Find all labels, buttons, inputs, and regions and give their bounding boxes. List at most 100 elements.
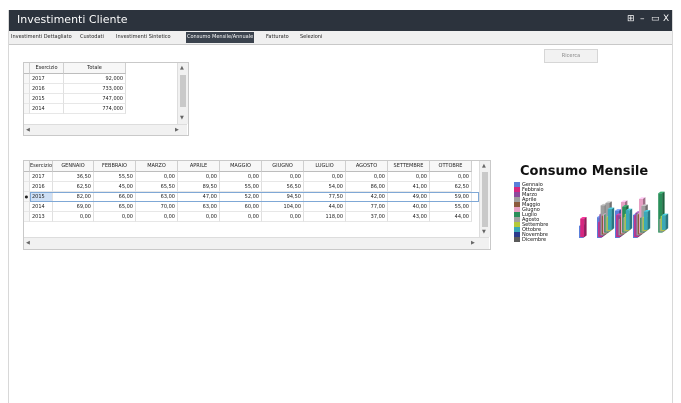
tab-custodati[interactable]: Custodati — [79, 32, 105, 43]
grid-cell-value[interactable]: 54,00 — [304, 182, 346, 192]
column-header-aprile[interactable]: APRILE — [178, 161, 220, 172]
scroll-down-icon[interactable]: ▼ — [482, 229, 486, 235]
menu-icon[interactable]: ⊞ — [627, 14, 635, 24]
grid-cell-value[interactable]: 63,00 — [178, 202, 220, 212]
bar-ottobre-2014 — [643, 211, 648, 230]
grid-cell-value[interactable]: 0,00 — [53, 212, 94, 222]
chart-plot-area — [579, 191, 669, 238]
grid-cell[interactable]: 92,000 — [64, 74, 126, 84]
scroll-up-icon[interactable]: ▲ — [482, 163, 486, 169]
grid-cell-value[interactable]: 36,50 — [53, 172, 94, 182]
grid-cell-value[interactable]: 86,00 — [346, 182, 388, 192]
grid-cell[interactable]: 2015 — [30, 94, 64, 104]
grid-cell-value[interactable]: 55,00 — [220, 182, 262, 192]
grid-cell-value[interactable]: 55,50 — [94, 172, 136, 182]
column-header-ottobre[interactable]: OTTOBRE — [430, 161, 472, 172]
bar-side-face — [584, 217, 587, 238]
grid-cell-value[interactable]: 89,50 — [178, 182, 220, 192]
grid-cell-value[interactable]: 104,00 — [262, 202, 304, 212]
grid-cell[interactable]: 2014 — [30, 104, 64, 114]
scroll-left-icon[interactable]: ◀ — [26, 127, 30, 133]
tab-consumo-mensile-annuale[interactable]: Consumo Mensile/Annuale — [186, 32, 255, 43]
totals-grid: Esercizio Totale 2017 92,000 2016 733,00… — [23, 62, 189, 136]
close-icon[interactable]: X — [663, 14, 669, 24]
vertical-scrollbar[interactable]: ▲ ▼ — [479, 161, 490, 237]
scroll-right-icon[interactable]: ▶ — [471, 240, 475, 246]
grid-cell-value[interactable]: 55,00 — [430, 202, 472, 212]
grid-cell[interactable]: 2017 — [30, 74, 64, 84]
grid-cell-value[interactable]: 0,00 — [220, 172, 262, 182]
grid-cell-value[interactable]: 43,00 — [388, 212, 430, 222]
grid-cell-value[interactable]: 0,00 — [262, 172, 304, 182]
horizontal-scrollbar[interactable]: ◀ ▶ — [24, 237, 489, 249]
grid-cell-value[interactable]: 77,00 — [346, 202, 388, 212]
selected-row-highlight — [30, 192, 479, 202]
tab-investimenti-sintetico[interactable]: Investimenti Sintetico — [115, 32, 172, 43]
column-header-giugno[interactable]: GIUGNO — [262, 161, 304, 172]
grid-cell-value[interactable]: 65,00 — [94, 202, 136, 212]
legend-swatch — [514, 237, 520, 242]
column-header-agosto[interactable]: AGOSTO — [346, 161, 388, 172]
grid-cell-value[interactable]: 37,00 — [346, 212, 388, 222]
grid-cell-value[interactable]: 0,00 — [178, 172, 220, 182]
grid-cell[interactable]: 2016 — [30, 84, 64, 94]
grid-cell-value[interactable]: 0,00 — [136, 172, 178, 182]
grid-cell-year[interactable]: 2017 — [30, 172, 53, 182]
grid-cell-value[interactable]: 60,00 — [220, 202, 262, 212]
grid-cell-value[interactable]: 62,50 — [430, 182, 472, 192]
scrollbar-thumb[interactable] — [482, 172, 488, 227]
ricerca-button[interactable]: Ricerca — [544, 49, 598, 63]
scroll-right-icon[interactable]: ▶ — [175, 127, 179, 133]
bar-ottobre-2016 — [607, 209, 612, 230]
scroll-down-icon[interactable]: ▼ — [180, 115, 184, 121]
column-header-maggio[interactable]: MAGGIO — [220, 161, 262, 172]
scroll-up-icon[interactable]: ▲ — [180, 65, 184, 71]
grid-cell-value[interactable]: 56,50 — [262, 182, 304, 192]
legend-label: Dicembre — [522, 237, 547, 243]
grid-cell-value[interactable]: 41,00 — [388, 182, 430, 192]
grid-cell-year[interactable]: 2014 — [30, 202, 53, 212]
grid-cell-value[interactable]: 0,00 — [304, 172, 346, 182]
grid-cell-value[interactable]: 0,00 — [94, 212, 136, 222]
horizontal-scrollbar[interactable]: ◀ ▶ — [24, 124, 187, 135]
grid-cell[interactable]: 733,000 — [64, 84, 126, 94]
grid-cell-value[interactable]: 69,00 — [53, 202, 94, 212]
tab-fatturato[interactable]: Fatturato — [265, 32, 290, 43]
grid-cell-value[interactable]: 0,00 — [178, 212, 220, 222]
column-header-esercizio[interactable]: Esercizio — [30, 161, 53, 172]
grid-cell-value[interactable]: 0,00 — [388, 172, 430, 182]
scrollbar-thumb[interactable] — [180, 75, 186, 107]
tab-selezioni[interactable]: Selezioni — [299, 32, 323, 43]
column-header-febbraio[interactable]: FEBBRAIO — [94, 161, 136, 172]
column-header-esercizio[interactable]: Esercizio — [30, 63, 64, 74]
tab-bar: Investimenti Dettagliato Custodati Inves… — [9, 31, 672, 45]
grid-cell-value[interactable]: 44,00 — [304, 202, 346, 212]
grid-cell[interactable]: 774,000 — [64, 104, 126, 114]
grid-cell-value[interactable]: 0,00 — [262, 212, 304, 222]
grid-cell-value[interactable]: 40,00 — [388, 202, 430, 212]
column-header-totale[interactable]: Totale — [64, 63, 126, 74]
title-bar: Investimenti Cliente ⊞ – ▭ X — [9, 10, 672, 31]
grid-cell-year[interactable]: 2016 — [30, 182, 53, 192]
grid-cell-value[interactable]: 62,50 — [53, 182, 94, 192]
grid-cell-value[interactable]: 0,00 — [430, 172, 472, 182]
grid-cell-value[interactable]: 0,00 — [220, 212, 262, 222]
column-header-gennaio[interactable]: GENNAIO — [53, 161, 94, 172]
grid-cell-year[interactable]: 2013 — [30, 212, 53, 222]
tab-investimenti-dettagliato[interactable]: Investimenti Dettagliato — [10, 32, 73, 43]
grid-cell[interactable]: 747,000 — [64, 94, 126, 104]
column-header-luglio[interactable]: LUGLIO — [304, 161, 346, 172]
grid-cell-value[interactable]: 70,00 — [136, 202, 178, 212]
grid-cell-value[interactable]: 0,00 — [136, 212, 178, 222]
grid-cell-value[interactable]: 118,00 — [304, 212, 346, 222]
vertical-scrollbar[interactable]: ▲ ▼ — [177, 63, 188, 124]
column-header-settembre[interactable]: SETTEMBRE — [388, 161, 430, 172]
grid-cell-value[interactable]: 44,00 — [430, 212, 472, 222]
minimize-icon[interactable]: – — [640, 14, 645, 24]
grid-cell-value[interactable]: 0,00 — [346, 172, 388, 182]
column-header-marzo[interactable]: MARZO — [136, 161, 178, 172]
maximize-icon[interactable]: ▭ — [651, 14, 660, 24]
grid-cell-value[interactable]: 45,00 — [94, 182, 136, 192]
grid-cell-value[interactable]: 65,50 — [136, 182, 178, 192]
scroll-left-icon[interactable]: ◀ — [26, 240, 30, 246]
